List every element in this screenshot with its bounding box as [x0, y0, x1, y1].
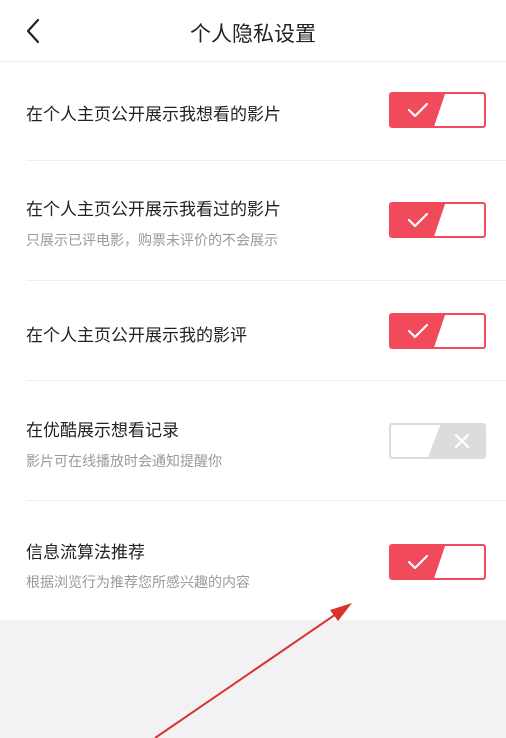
toggle-youku-want-to-see[interactable] — [389, 423, 486, 459]
setting-row-feed-recommendation: 信息流算法推荐 根据浏览行为推荐您所感兴趣的内容 — [0, 501, 506, 620]
setting-row-public-reviews: 在个人主页公开展示我的影评 — [0, 281, 506, 381]
toggle-on-segment — [391, 546, 445, 578]
setting-subtitle: 只展示已评电影，购票未评价的不会展示 — [26, 233, 278, 249]
toggle-on-segment — [391, 315, 445, 347]
navigation-bar: 个人隐私设置 — [0, 0, 506, 62]
check-icon — [407, 212, 429, 228]
setting-subtitle: 根据浏览行为推荐您所感兴趣的内容 — [26, 575, 250, 591]
setting-title: 在个人主页公开展示我的影评 — [26, 326, 247, 346]
setting-row-public-watched: 在个人主页公开展示我看过的影片 只展示已评电影，购票未评价的不会展示 — [0, 161, 506, 281]
setting-title: 信息流算法推荐 — [26, 543, 145, 563]
close-icon — [454, 433, 470, 449]
toggle-public-reviews[interactable] — [389, 313, 486, 349]
setting-title: 在个人主页公开展示我看过的影片 — [26, 200, 281, 220]
setting-title: 在个人主页公开展示我想看的影片 — [26, 105, 281, 125]
check-icon — [407, 554, 429, 570]
toggle-feed-recommendation[interactable] — [389, 544, 486, 580]
toggle-public-want-to-see[interactable] — [389, 92, 486, 128]
check-icon — [407, 102, 429, 118]
setting-row-youku-want-to-see: 在优酷展示想看记录 影片可在线播放时会通知提醒你 — [0, 381, 506, 501]
toggle-on-segment — [391, 94, 445, 126]
setting-row-public-want-to-see: 在个人主页公开展示我想看的影片 — [0, 62, 506, 161]
toggle-on-segment — [391, 204, 445, 236]
toggle-public-watched[interactable] — [389, 202, 486, 238]
page-title: 个人隐私设置 — [190, 22, 316, 46]
check-icon — [407, 323, 429, 339]
toggle-off-segment — [428, 425, 484, 457]
settings-list: 在个人主页公开展示我想看的影片 在个人主页公开展示我看过的影片 只展示已评电影，… — [0, 62, 506, 620]
setting-subtitle: 影片可在线播放时会通知提醒你 — [26, 454, 222, 470]
setting-title: 在优酷展示想看记录 — [26, 421, 179, 441]
